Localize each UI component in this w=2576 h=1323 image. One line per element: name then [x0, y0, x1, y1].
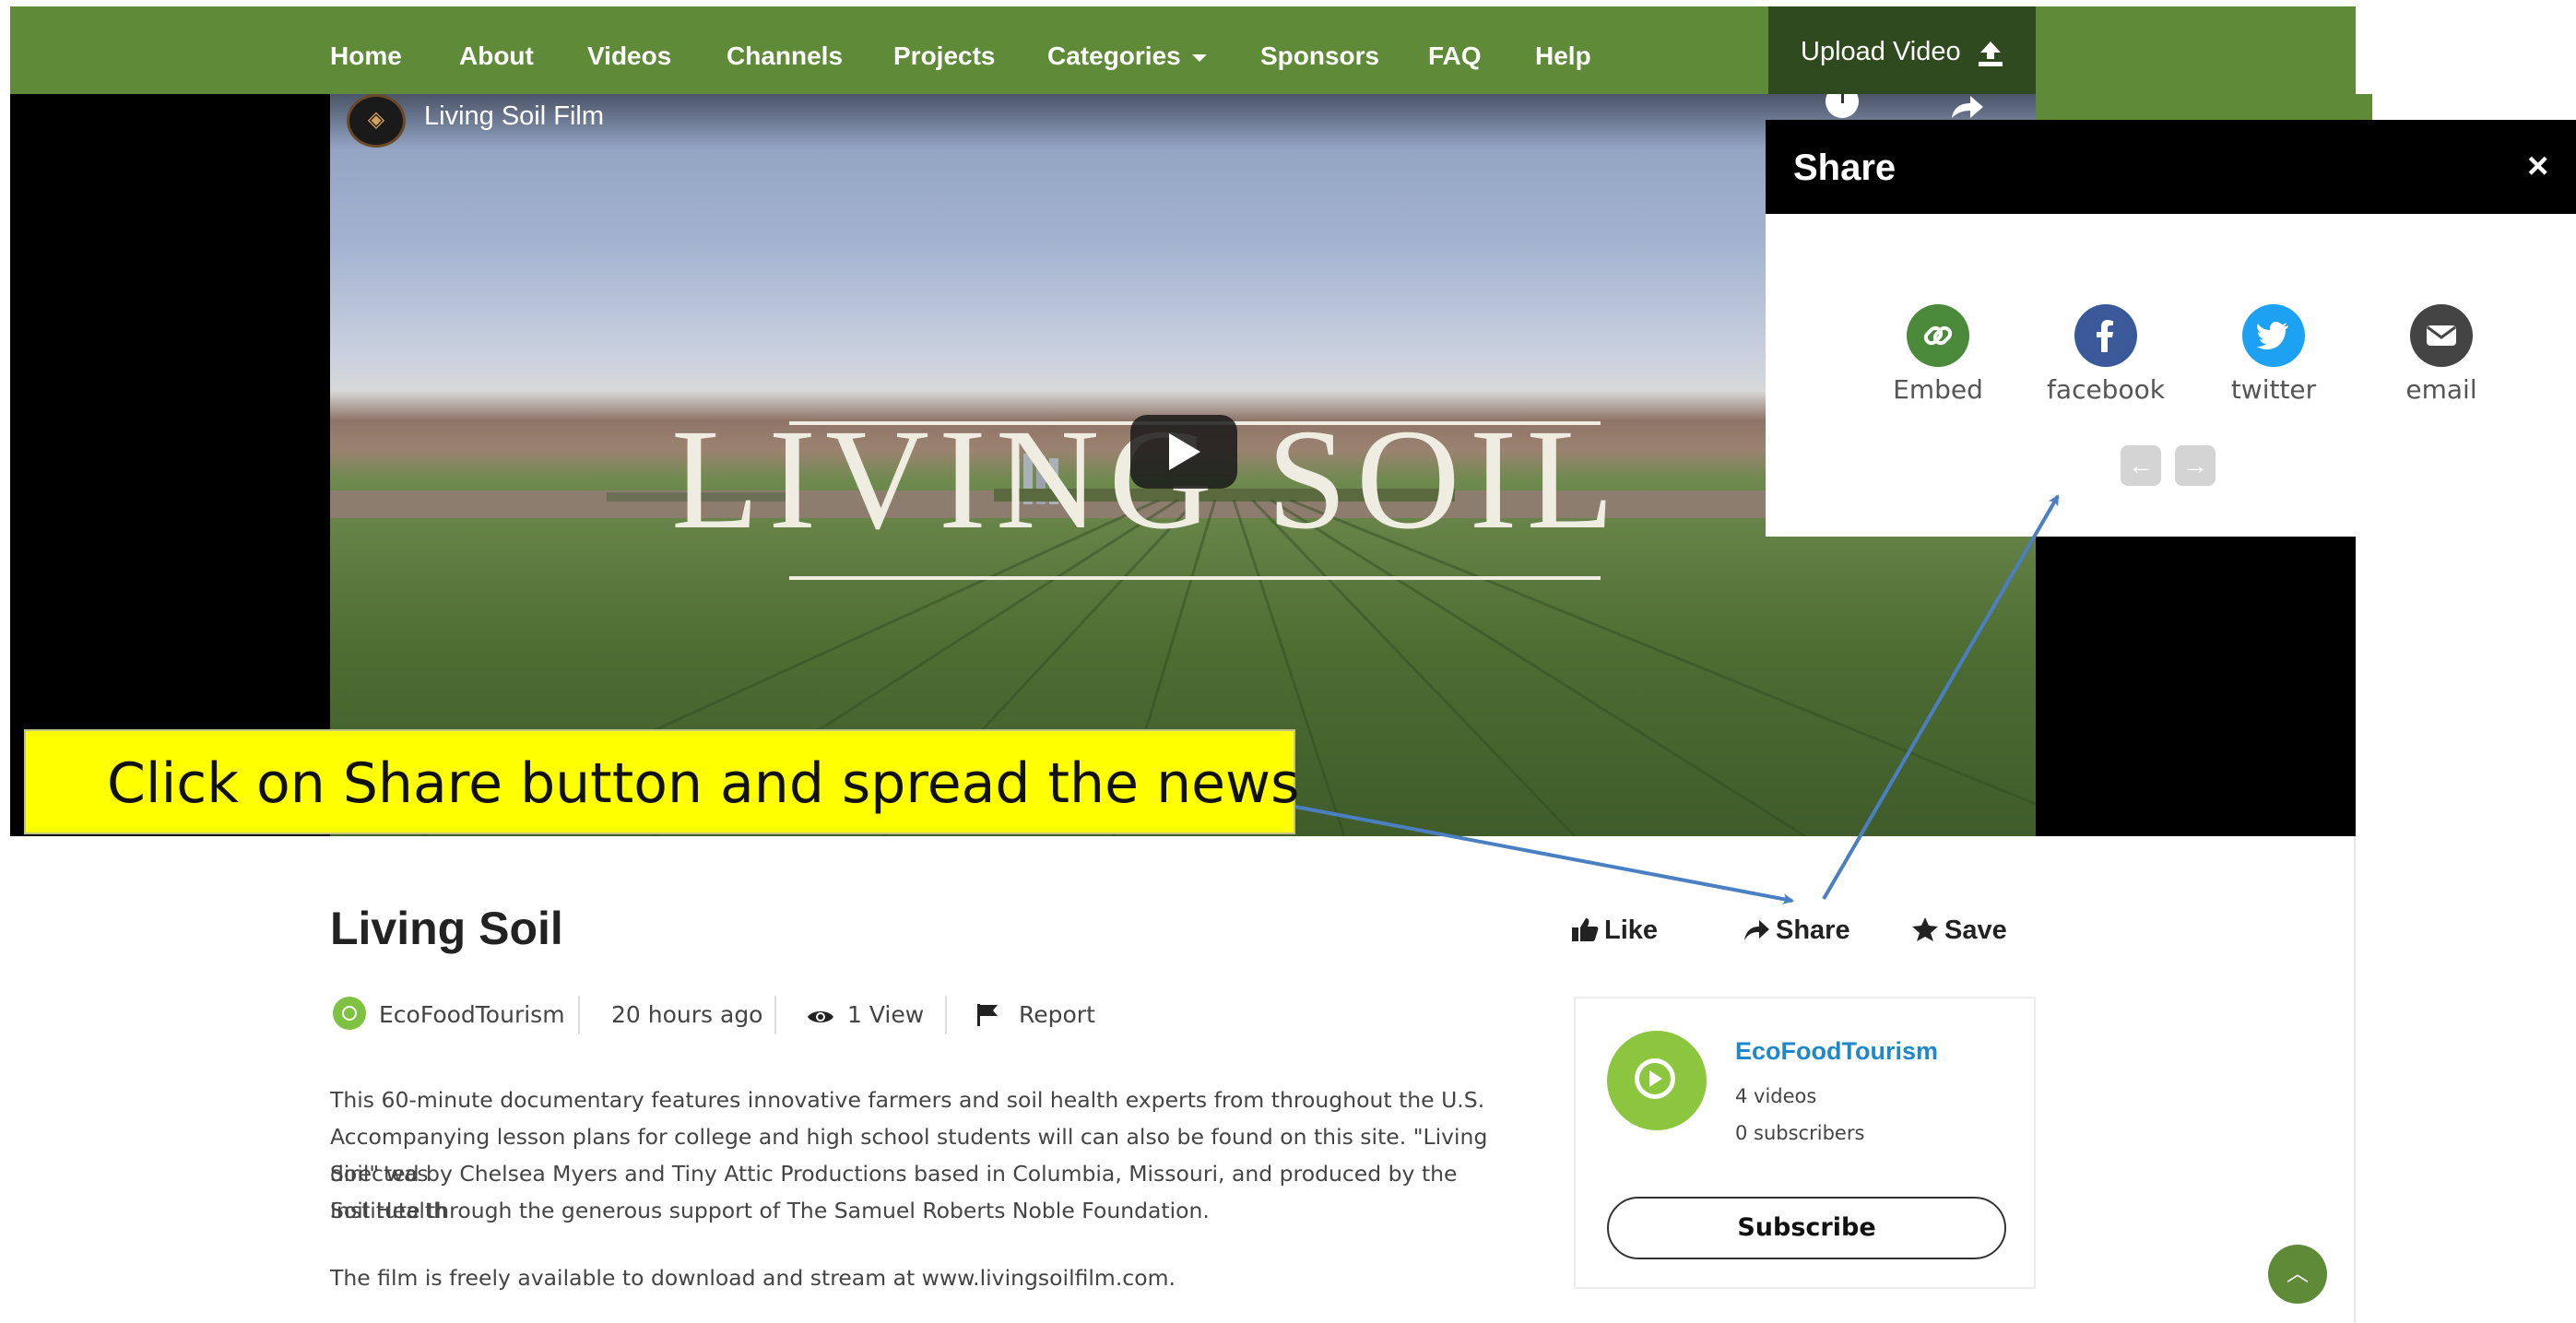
nav-about[interactable]: About	[459, 41, 534, 72]
arrow-left-icon: ←	[2128, 451, 2154, 479]
nav-channels[interactable]: Channels	[727, 41, 843, 72]
like-label: Like	[1604, 915, 1659, 945]
star-icon	[1912, 917, 1938, 941]
share-twitter-label: twitter	[2230, 374, 2317, 405]
nav-help[interactable]: Help	[1535, 41, 1591, 72]
nav-videos[interactable]: Videos	[587, 41, 671, 72]
channel-card: EcoFoodTourism 4 videos 0 subscribers Su…	[1574, 997, 2036, 1289]
channel-name-link[interactable]: EcoFoodTourism	[1735, 1037, 1938, 1066]
video-title: Living Soil	[330, 903, 563, 954]
share-label: Share	[1776, 915, 1850, 945]
twitter-icon	[2242, 304, 2305, 367]
nav-categories-label: Categories	[1047, 41, 1181, 70]
nav-projects[interactable]: Projects	[893, 41, 996, 72]
logo-mark: ◈	[367, 107, 385, 132]
flag-icon[interactable]	[975, 1003, 999, 1033]
callout-text: Click on Share button and spread the new…	[107, 751, 1300, 816]
nav-faq[interactable]: FAQ	[1428, 41, 1482, 72]
link-icon	[1907, 304, 1969, 367]
share-email-option[interactable]: email	[2358, 304, 2524, 405]
channel-subscriber-count: 0 subscribers	[1735, 1122, 1865, 1144]
description-line-1: This 60-minute documentary features inno…	[330, 1087, 1485, 1113]
author-avatar[interactable]	[333, 997, 366, 1030]
share-facebook-label: facebook	[2047, 374, 2165, 405]
nav-edge-strip	[2036, 94, 2372, 120]
caret-down-icon	[1191, 53, 1207, 62]
share-email-label: email	[2405, 374, 2477, 405]
nav-home[interactable]: Home	[330, 41, 402, 72]
share-icon	[1744, 920, 1769, 940]
arrow-right-icon: →	[2182, 451, 2208, 479]
nav-categories[interactable]: Categories	[1047, 41, 1207, 72]
nav-sponsors[interactable]: Sponsors	[1260, 41, 1379, 72]
share-next-button[interactable]: →	[2175, 445, 2216, 486]
posted-time: 20 hours ago	[611, 1001, 763, 1028]
subscribe-button[interactable]: Subscribe	[1607, 1197, 2006, 1259]
thumbs-up-icon	[1572, 918, 1599, 941]
instruction-callout: Click on Share button and spread the new…	[24, 729, 1299, 834]
meta-divider	[774, 996, 776, 1034]
like-button[interactable]: Like	[1571, 915, 1658, 946]
share-prev-button[interactable]: ←	[2121, 445, 2161, 486]
save-button[interactable]: Save	[1911, 915, 2007, 946]
share-title: Share	[1793, 148, 1897, 188]
share-twitter-option[interactable]: twitter	[2191, 304, 2357, 405]
channel-avatar[interactable]	[1607, 1031, 1707, 1130]
report-link[interactable]: Report	[1019, 1001, 1095, 1028]
upload-video-button[interactable]: Upload Video	[1768, 6, 2036, 94]
envelope-icon	[2410, 304, 2473, 367]
share-panel: Share × Embed facebook twitter email ← →	[1766, 120, 2576, 537]
availability-text: The film is freely available to download…	[330, 1265, 1176, 1291]
chevron-up-icon: ︿	[2286, 1261, 2309, 1286]
facebook-icon	[2074, 304, 2137, 367]
save-label: Save	[1944, 915, 2007, 945]
content-divider	[2354, 836, 2356, 1323]
subscribe-label: Subscribe	[1737, 1213, 1876, 1242]
title-rule-bottom	[789, 576, 1601, 580]
share-facebook-option[interactable]: facebook	[2023, 304, 2189, 405]
play-icon	[1649, 1070, 1662, 1087]
close-icon[interactable]: ×	[2527, 148, 2548, 184]
upload-icon	[1979, 41, 2003, 66]
share-embed-label: Embed	[1893, 374, 1983, 405]
upload-video-label: Upload Video	[1801, 37, 1961, 66]
channel-video-count: 4 videos	[1735, 1085, 1817, 1107]
description-line-4: Institute through the generous support o…	[330, 1198, 1210, 1223]
share-button[interactable]: Share	[1743, 915, 1850, 946]
view-count: 1 View	[847, 1001, 925, 1028]
meta-divider	[945, 996, 947, 1034]
play-icon	[1169, 433, 1200, 470]
author-name[interactable]: EcoFoodTourism	[379, 1001, 565, 1028]
meta-divider	[578, 996, 580, 1034]
share-embed-option[interactable]: Embed	[1855, 304, 2021, 405]
play-button[interactable]	[1130, 415, 1237, 489]
video-channel-name[interactable]: Living Soil Film	[424, 101, 604, 132]
eye-icon	[807, 1005, 834, 1032]
share-header: Share ×	[1766, 120, 2576, 214]
channel-logo[interactable]: ◈	[347, 94, 406, 148]
scroll-to-top-button[interactable]: ︿	[2268, 1245, 2327, 1304]
